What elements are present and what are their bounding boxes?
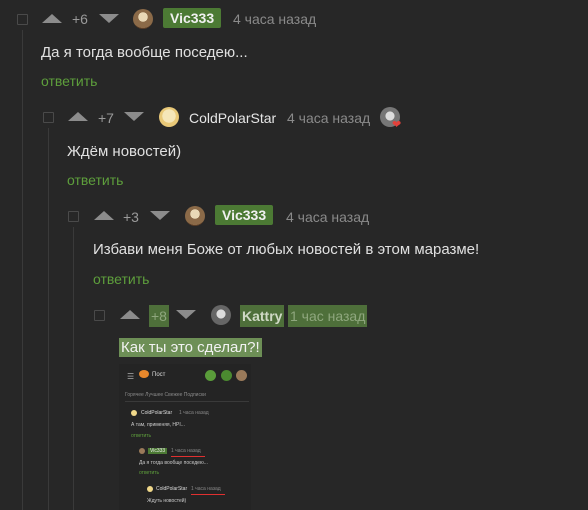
comment-author: ColdPolarStar xyxy=(141,410,173,416)
comment-author[interactable]: Kattry xyxy=(240,305,285,327)
thread-line[interactable] xyxy=(22,30,23,510)
comment-text-highlight: Как ты это сделал?! xyxy=(119,338,262,357)
heart-icon: ❤ xyxy=(392,119,402,131)
upvote-icon[interactable] xyxy=(120,310,140,319)
comment-author[interactable]: Vic333 xyxy=(163,8,222,28)
underline-mark xyxy=(191,494,225,495)
avatar[interactable] xyxy=(211,305,231,325)
comment-text: А там, применяя, НРІ... xyxy=(131,422,185,428)
comment-text: Как ты это сделал?! xyxy=(119,338,262,357)
avatar xyxy=(147,486,153,492)
downvote-icon[interactable] xyxy=(124,112,144,121)
comment-time[interactable]: 1 час назад xyxy=(288,305,368,327)
plus-icon xyxy=(205,370,216,381)
reply-link[interactable]: ответить xyxy=(41,73,97,89)
comment-rating: +3 xyxy=(123,209,139,225)
upvote-icon[interactable] xyxy=(68,112,88,121)
avatar[interactable] xyxy=(159,107,179,127)
avatar xyxy=(139,448,145,454)
avatar[interactable] xyxy=(133,9,153,29)
comment-author: Vic333 xyxy=(148,448,168,454)
comment-text: Да я тогда вообще поседею... xyxy=(41,44,248,61)
downvote-icon[interactable] xyxy=(176,310,196,319)
comment-rating: +7 xyxy=(98,110,114,126)
comment-author[interactable]: Vic333 xyxy=(215,205,274,225)
bell-icon xyxy=(221,370,232,381)
upvote-icon[interactable] xyxy=(94,211,114,220)
thread-line[interactable] xyxy=(73,227,74,510)
comment-author[interactable]: ColdPolarStar xyxy=(189,110,276,126)
comment-time[interactable]: 4 часа назад xyxy=(286,209,369,225)
comment-time: 1 часа назад xyxy=(171,448,201,454)
comment-rating: +8 xyxy=(149,305,169,327)
avatar[interactable] xyxy=(185,206,205,226)
comment-time[interactable]: 4 часа назад xyxy=(233,11,316,27)
reply-link: ответить xyxy=(139,470,160,476)
avatar xyxy=(236,370,247,381)
underline-mark xyxy=(171,456,205,457)
collapse-toggle[interactable] xyxy=(17,14,28,25)
comment-text: Ждуть новостей) xyxy=(147,498,187,504)
comment-author: ColdPolarStar xyxy=(156,486,188,492)
upvote-icon[interactable] xyxy=(42,14,62,23)
collapse-toggle[interactable] xyxy=(43,112,54,123)
logo-icon xyxy=(139,370,149,378)
comment-rating: +6 xyxy=(72,11,88,27)
comment-text: Да я тогда вообще поседею... xyxy=(139,460,208,466)
header-title: Пост xyxy=(152,372,166,378)
menu-icon: ☰ xyxy=(127,372,135,381)
thread-line[interactable] xyxy=(48,128,49,510)
downvote-icon[interactable] xyxy=(99,14,119,23)
comment-time[interactable]: 4 часа назад xyxy=(287,110,370,126)
collapse-toggle[interactable] xyxy=(68,211,79,222)
collapse-toggle[interactable] xyxy=(94,310,105,321)
comment-text: Избави меня Боже от любых новостей в это… xyxy=(93,241,480,258)
reply-link: ответить xyxy=(131,433,152,439)
attached-screenshot[interactable]: ☰ Пост Горячее Лучшее Свежее Подписки Co… xyxy=(119,364,251,510)
reply-link[interactable]: ответить xyxy=(93,271,149,287)
comment-text: Ждём новостей) xyxy=(67,143,182,160)
comment-time: 1 часа назад xyxy=(179,410,209,416)
avatar xyxy=(131,410,137,416)
reply-link[interactable]: ответить xyxy=(67,172,123,188)
tabs: Горячее Лучшее Свежее Подписки xyxy=(125,392,206,398)
comment-time: 1 часа назад xyxy=(191,486,221,492)
downvote-icon[interactable] xyxy=(150,211,170,220)
